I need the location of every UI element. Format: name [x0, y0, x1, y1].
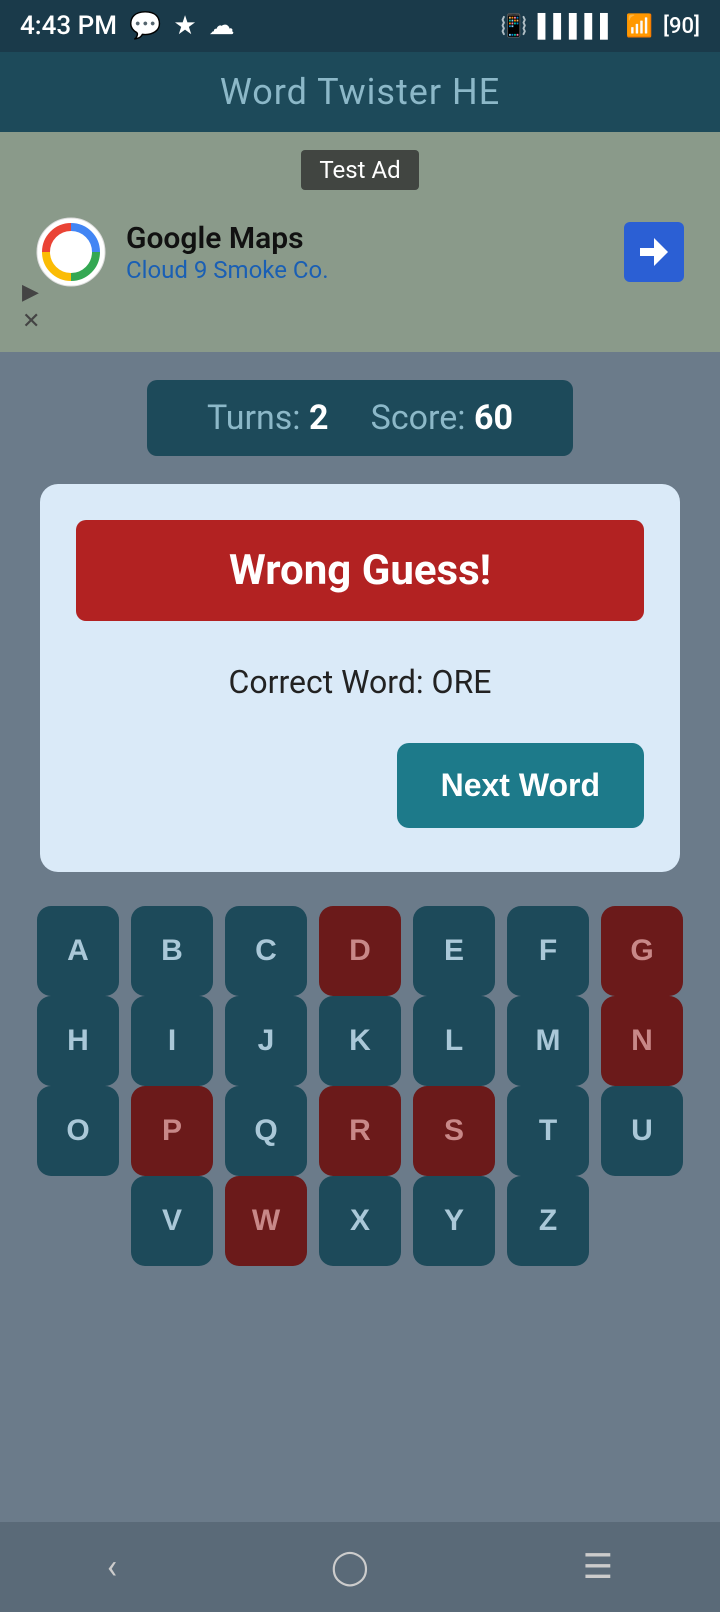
key-c[interactable]: C	[225, 906, 307, 996]
key-p[interactable]: P	[131, 1086, 213, 1176]
cloud-icon: ☁	[209, 11, 235, 41]
ad-company: Google Maps	[126, 221, 604, 256]
key-x[interactable]: X	[319, 1176, 401, 1266]
wrong-guess-banner: Wrong Guess!	[76, 520, 644, 621]
key-v[interactable]: V	[131, 1176, 213, 1266]
key-k[interactable]: K	[319, 996, 401, 1086]
ad-direction-icon	[624, 222, 684, 282]
wifi-icon: 📶	[626, 14, 653, 39]
status-right: 📳 ▌▌▌▌▌ 📶 [90]	[500, 13, 700, 39]
nav-bar: ‹ ◯ ☰	[0, 1522, 720, 1612]
keyboard-row: VWXYZ	[20, 1176, 700, 1266]
key-t[interactable]: T	[507, 1086, 589, 1176]
dialog-card: Wrong Guess! Correct Word: ORE Next Word	[40, 484, 680, 872]
key-f[interactable]: F	[507, 906, 589, 996]
app-header: Word Twister HE	[0, 52, 720, 132]
home-nav-icon[interactable]: ◯	[331, 1547, 369, 1587]
score-value: 60	[474, 398, 513, 438]
status-bar: 4:43 PM 💬 ★ ☁ 📳 ▌▌▌▌▌ 📶 [90]	[0, 0, 720, 52]
score-label: Score:	[371, 398, 466, 438]
key-j[interactable]: J	[225, 996, 307, 1086]
ad-controls: ▶ ✕	[22, 280, 40, 334]
key-z[interactable]: Z	[507, 1176, 589, 1266]
ad-close-icon[interactable]: ✕	[22, 309, 40, 334]
key-w[interactable]: W	[225, 1176, 307, 1266]
next-word-row: Next Word	[76, 743, 644, 828]
next-word-button[interactable]: Next Word	[397, 743, 644, 828]
key-y[interactable]: Y	[413, 1176, 495, 1266]
turns-value: 2	[309, 398, 329, 438]
signal-icon: ▌▌▌▌▌	[538, 13, 616, 39]
score-badge: Turns: 2 Score: 60	[147, 380, 573, 456]
key-s[interactable]: S	[413, 1086, 495, 1176]
keyboard-area: ABCDEFGHIJKLMNOPQRSTUVWXYZ	[0, 882, 720, 1276]
key-d[interactable]: D	[319, 906, 401, 996]
menu-nav-icon[interactable]: ☰	[583, 1547, 613, 1587]
app-title: Word Twister HE	[220, 71, 500, 113]
keyboard-row: HIJKLMN	[20, 996, 700, 1086]
vibrate-icon: 📳	[500, 14, 527, 39]
keyboard-row: ABCDEFG	[20, 906, 700, 996]
wrong-guess-text: Wrong Guess!	[229, 546, 491, 595]
key-r[interactable]: R	[319, 1086, 401, 1176]
usb-icon: ★	[173, 11, 196, 41]
key-i[interactable]: I	[131, 996, 213, 1086]
time-display: 4:43 PM	[20, 11, 117, 41]
ad-banner: Test Ad Google Maps Cloud 9 Smoke Co. ▶ …	[0, 132, 720, 352]
key-q[interactable]: Q	[225, 1086, 307, 1176]
key-n[interactable]: N	[601, 996, 683, 1086]
key-u[interactable]: U	[601, 1086, 683, 1176]
correct-word-text: Correct Word: ORE	[76, 653, 644, 711]
ad-play-icon[interactable]: ▶	[22, 280, 40, 305]
key-a[interactable]: A	[37, 906, 119, 996]
status-left: 4:43 PM 💬 ★ ☁	[20, 11, 235, 41]
keyboard-row: OPQRSTU	[20, 1086, 700, 1176]
key-o[interactable]: O	[37, 1086, 119, 1176]
ad-text-block: Google Maps Cloud 9 Smoke Co.	[126, 221, 604, 284]
key-h[interactable]: H	[37, 996, 119, 1086]
back-nav-icon[interactable]: ‹	[107, 1547, 117, 1587]
whatsapp-icon: 💬	[129, 11, 161, 41]
ad-label: Test Ad	[301, 150, 418, 190]
ad-subtitle: Cloud 9 Smoke Co.	[126, 256, 604, 284]
key-l[interactable]: L	[413, 996, 495, 1086]
key-e[interactable]: E	[413, 906, 495, 996]
key-b[interactable]: B	[131, 906, 213, 996]
key-g[interactable]: G	[601, 906, 683, 996]
battery-display: [90]	[663, 14, 700, 39]
google-maps-logo	[36, 217, 106, 287]
turns-label: Turns:	[207, 398, 301, 438]
ad-content: Google Maps Cloud 9 Smoke Co.	[36, 217, 684, 287]
score-bar: Turns: 2 Score: 60	[0, 380, 720, 456]
key-m[interactable]: M	[507, 996, 589, 1086]
